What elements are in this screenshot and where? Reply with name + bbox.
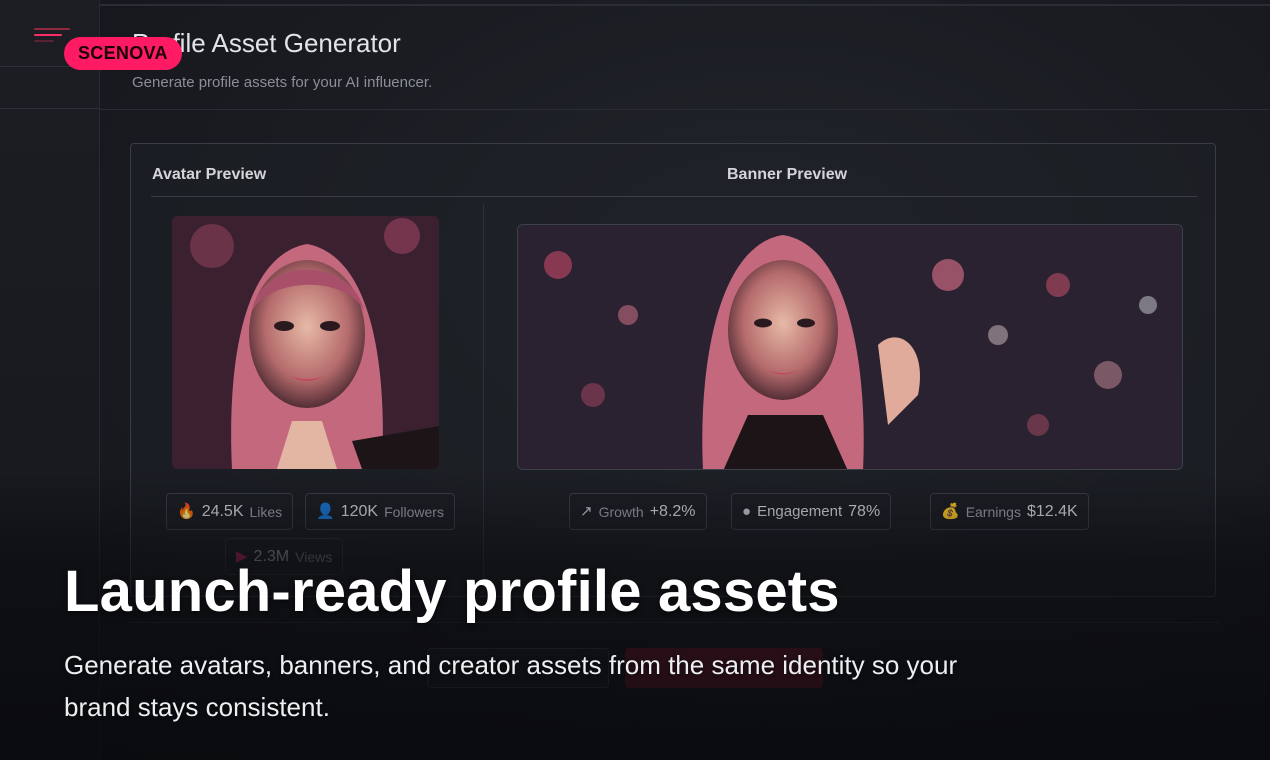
flame-icon: 🔥 <box>177 503 196 520</box>
earnings-stat: 💰 Earnings $12.4K <box>930 493 1089 530</box>
column-divider <box>483 204 484 594</box>
hero-subtitle: Generate avatars, banners, and creator a… <box>64 650 958 722</box>
panel-header-divider <box>151 196 1197 197</box>
avatar-preview-label: Avatar Preview <box>152 166 267 183</box>
followers-stat: 👤 120K Followers <box>305 493 455 530</box>
engagement-stat: ● Engagement 78% <box>731 493 892 530</box>
avatar-image <box>172 216 439 469</box>
growth-stat: ↗ Growth +8.2% <box>569 493 707 530</box>
brand-badge: SCENOVA <box>64 37 182 70</box>
page-subtitle: Generate profile assets for your AI infl… <box>132 74 433 91</box>
menu-icon[interactable] <box>34 28 70 44</box>
hero-title: Launch-ready profile assets <box>64 559 840 624</box>
circle-icon: ● <box>742 503 752 520</box>
money-bag-icon: 💰 <box>941 503 960 520</box>
likes-stat: 🔥 24.5K Likes <box>166 493 294 530</box>
trend-up-icon: ↗ <box>580 503 593 520</box>
banner-image <box>517 224 1183 470</box>
user-icon: 👤 <box>316 503 335 520</box>
sidebar-divider <box>0 108 100 109</box>
page-header: Profile Asset Generator Generate profile… <box>100 0 1270 110</box>
app-window: SCENOVA Profile Asset Generator Generate… <box>0 0 1270 760</box>
banner-preview-label: Banner Preview <box>727 166 848 183</box>
